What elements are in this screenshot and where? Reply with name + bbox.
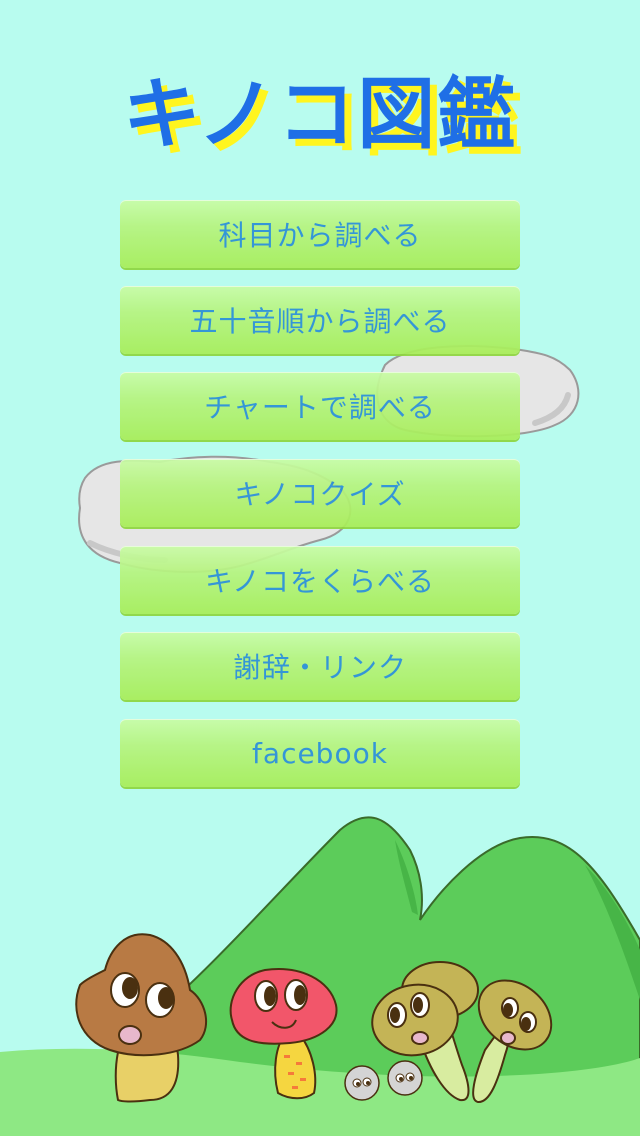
menu-button-by-subject[interactable]: 科目から調べる (120, 200, 520, 268)
menu-button-compare[interactable]: キノコをくらべる (120, 546, 520, 614)
menu-button-by-chart[interactable]: チャートで調べる (120, 372, 520, 440)
menu-button-quiz[interactable]: キノコクイズ (120, 459, 520, 527)
app-title-container: キノコ図鑑 キノコ図鑑 (0, 70, 640, 167)
menu-button-by-syllabary[interactable]: 五十音順から調べる (120, 286, 520, 354)
menu-button-credits[interactable]: 謝辞・リンク (120, 632, 520, 700)
mushroom-scene (0, 816, 640, 1136)
menu-button-facebook[interactable]: facebook (120, 719, 520, 787)
app-title: キノコ図鑑 (122, 70, 518, 160)
